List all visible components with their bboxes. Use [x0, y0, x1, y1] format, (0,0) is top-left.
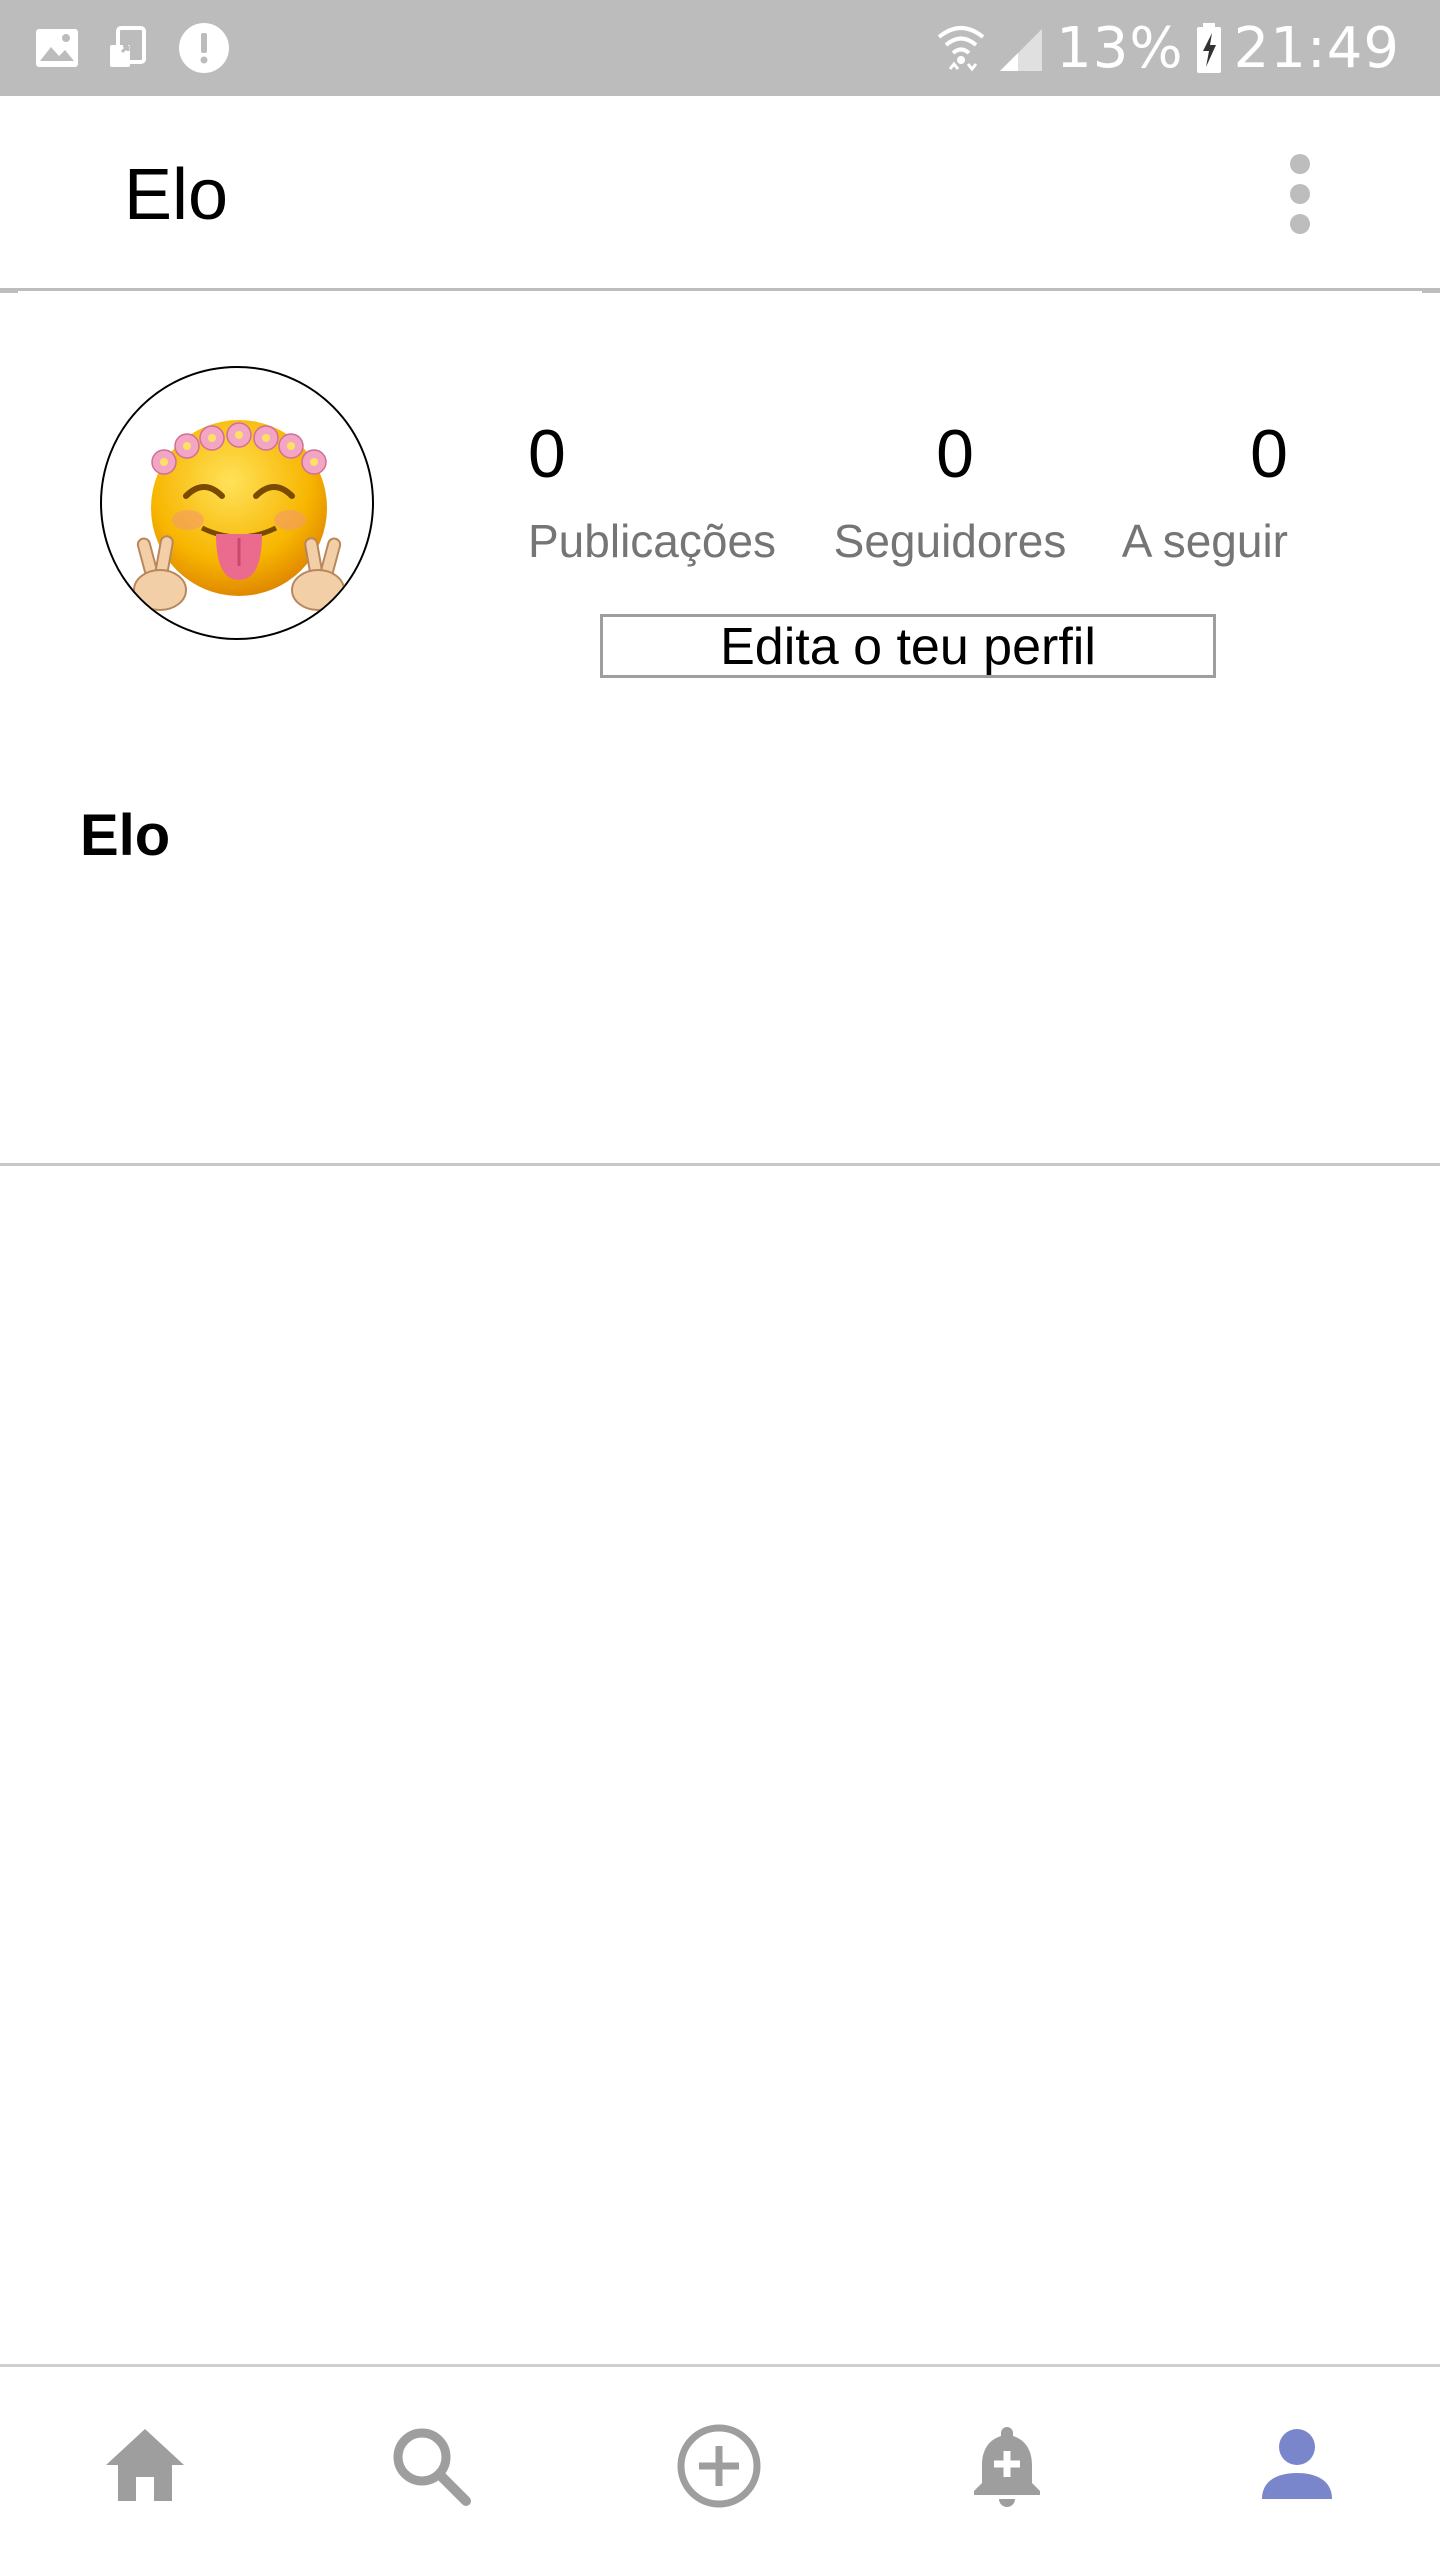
add-circle-icon — [677, 2424, 761, 2508]
following-label: A seguir — [1121, 515, 1288, 567]
stat-following[interactable]: 0 A seguir — [1112, 420, 1288, 568]
avatar[interactable] — [100, 366, 374, 640]
notification-icons — [34, 20, 230, 76]
divider-shadow-left — [0, 291, 18, 293]
nav-profile[interactable] — [1252, 2421, 1342, 2511]
overflow-menu-icon[interactable] — [1280, 150, 1320, 240]
home-icon — [106, 2429, 184, 2501]
followers-count: 0 — [936, 416, 974, 492]
notification-add-icon — [974, 2427, 1040, 2507]
gallery-icon — [36, 29, 78, 67]
nav-search[interactable] — [386, 2421, 476, 2511]
following-count: 0 — [1250, 416, 1288, 492]
alert-icon — [179, 23, 229, 73]
signal-icon — [1000, 29, 1043, 71]
profile-icon — [1262, 2429, 1332, 2499]
stat-followers[interactable]: 0 Seguidores — [830, 420, 1070, 568]
battery-charging-icon — [1196, 23, 1221, 73]
stat-publications[interactable]: 0 Publicações — [528, 420, 786, 568]
nav-add[interactable] — [674, 2421, 764, 2511]
publications-count: 0 — [528, 416, 566, 492]
section-divider — [0, 1163, 1440, 1166]
app-bar-divider — [0, 288, 1440, 291]
screen-mirror-icon — [110, 26, 146, 67]
app-bar: Elo — [0, 96, 1440, 288]
page-title: Elo — [124, 155, 229, 235]
search-icon — [393, 2428, 471, 2506]
system-status: 13% 21:49 — [936, 14, 1400, 82]
bottom-nav — [0, 2367, 1440, 2560]
profile-name: Elo — [80, 803, 171, 868]
clock: 21:49 — [1233, 15, 1400, 81]
nav-home[interactable] — [100, 2421, 190, 2511]
battery-percent: 13% — [1056, 15, 1184, 81]
followers-label: Seguidores — [833, 515, 1067, 567]
divider-shadow-right — [1422, 291, 1440, 293]
status-bar: 13% 21:49 — [0, 0, 1440, 96]
edit-profile-button[interactable]: Edita o teu perfil — [600, 614, 1216, 678]
publications-label: Publicações — [528, 515, 777, 567]
nav-notifications[interactable] — [962, 2421, 1052, 2511]
wifi-icon — [937, 26, 985, 72]
emoji-flower-crown-avatar — [133, 420, 345, 611]
